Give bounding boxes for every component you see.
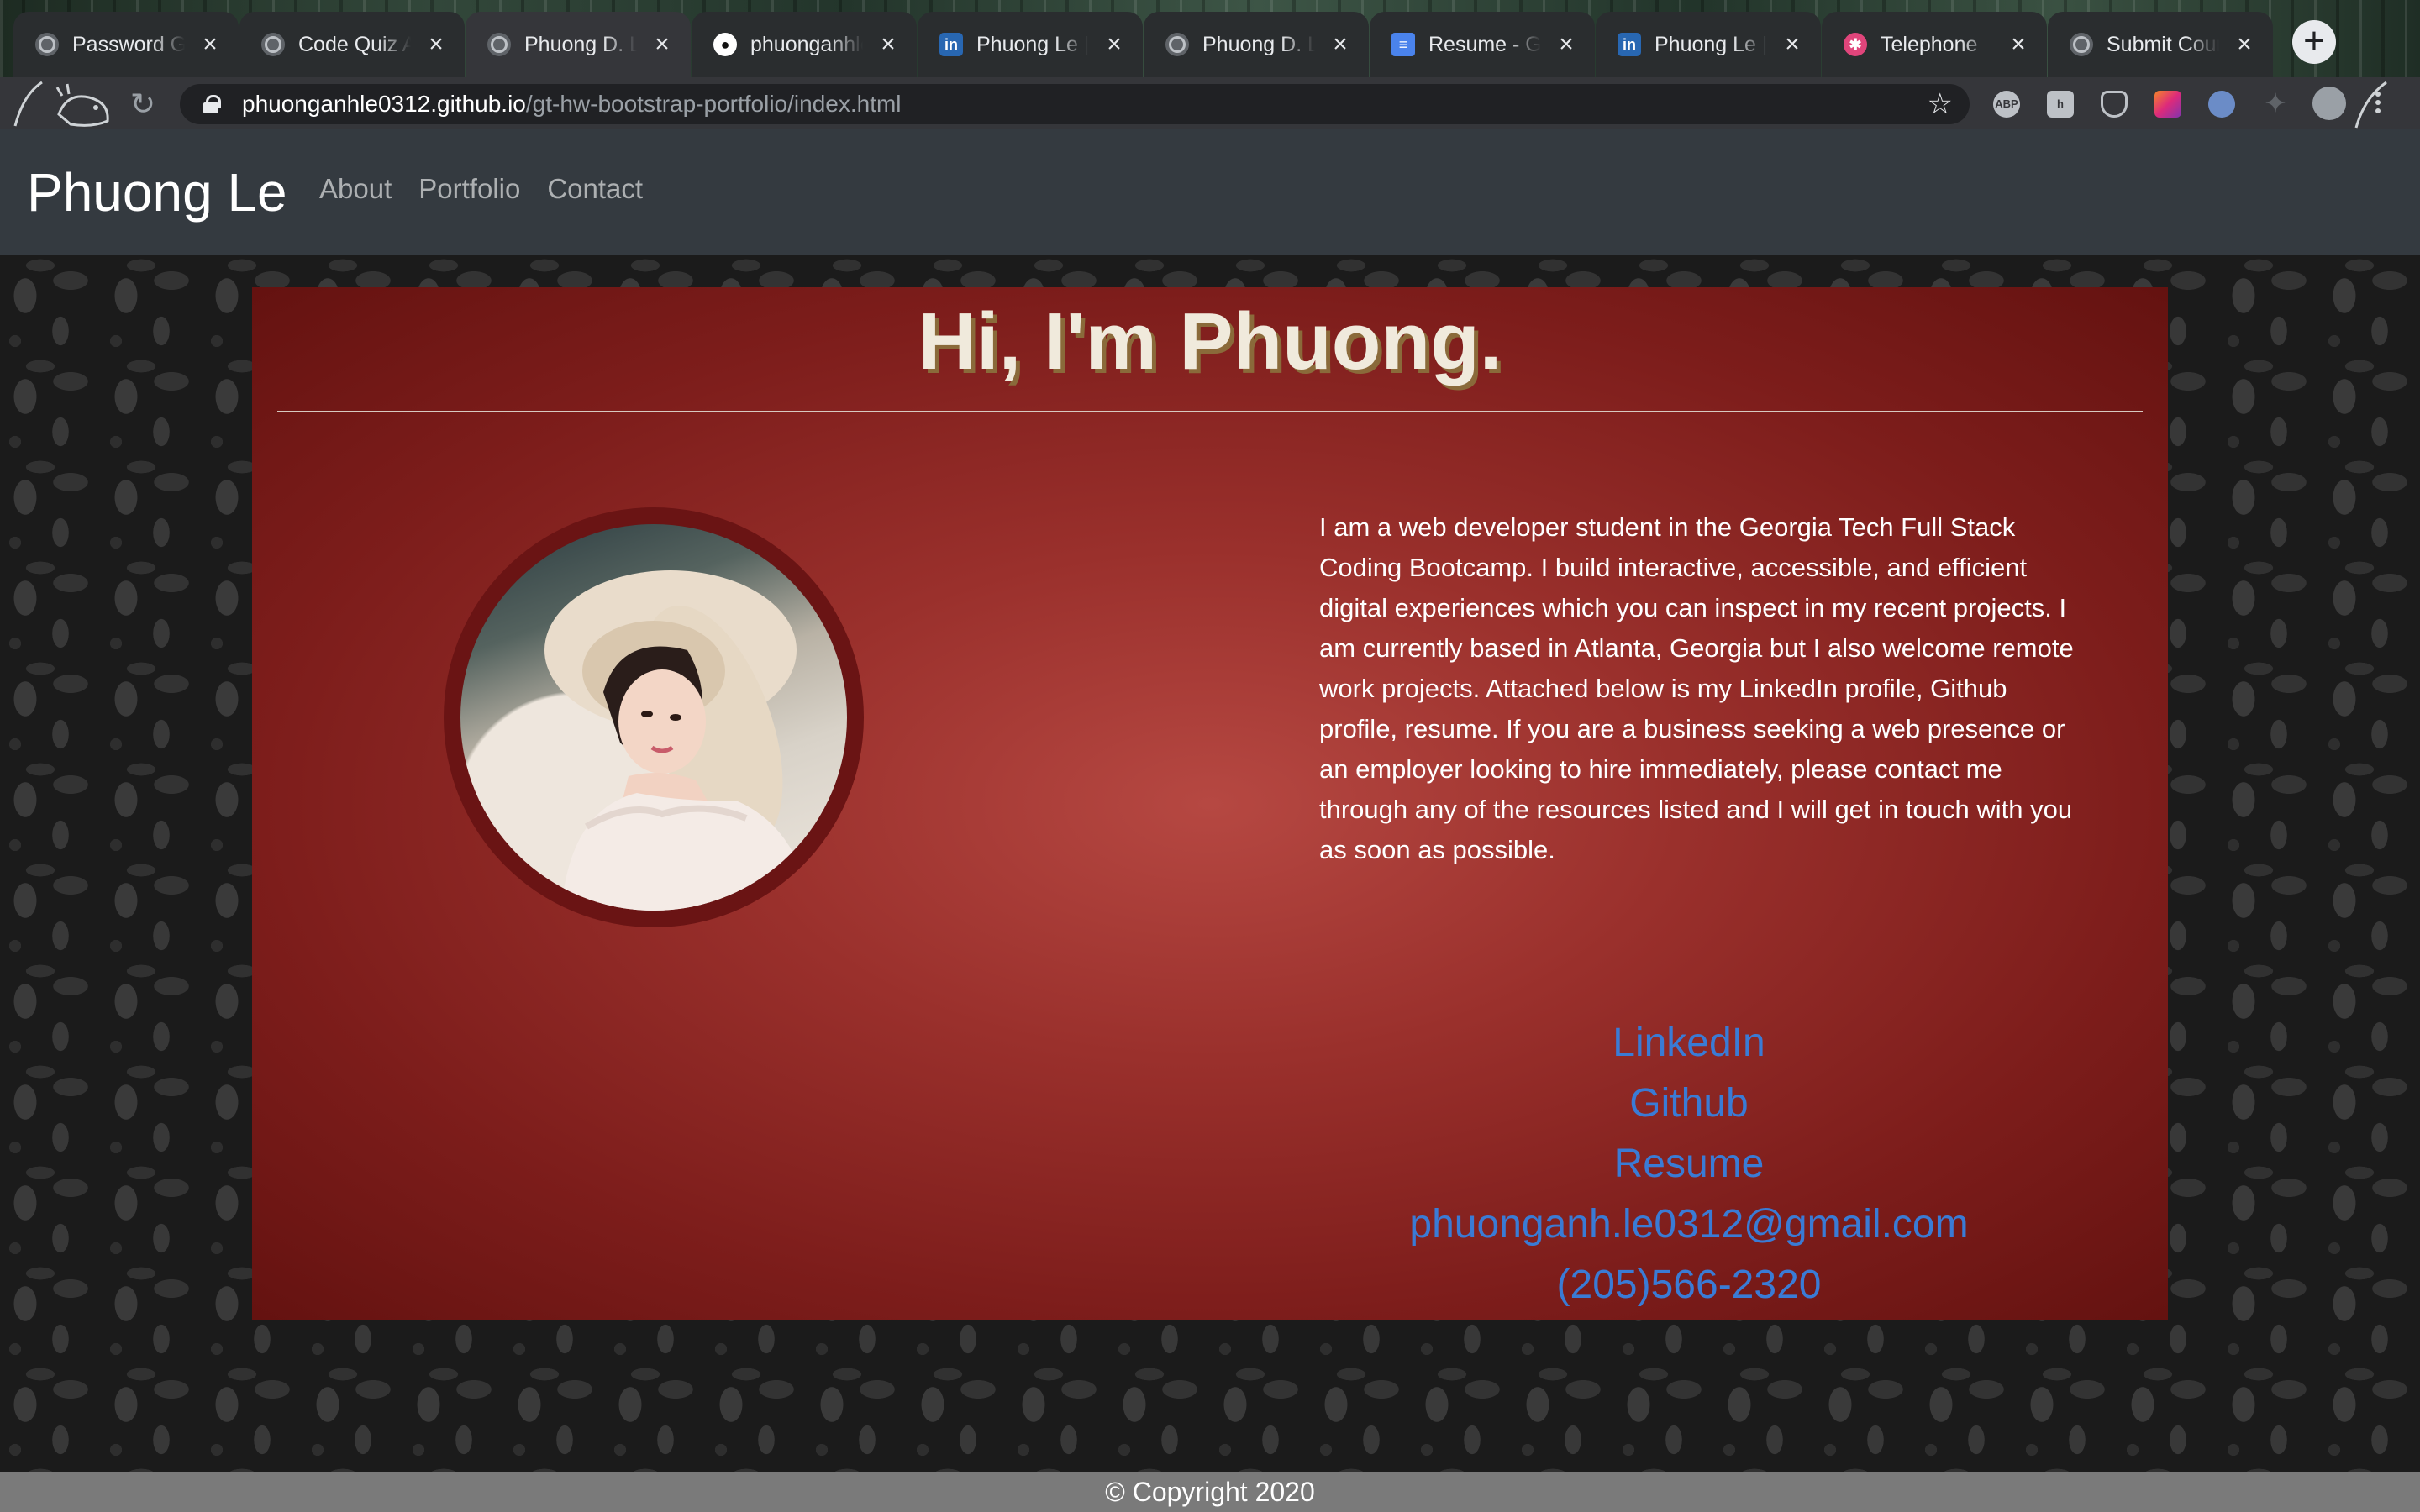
- close-icon[interactable]: ×: [2233, 30, 2256, 59]
- url-host: phuonganhle0312.github.io: [242, 91, 526, 117]
- puzzle-extension-icon[interactable]: ✦: [2262, 91, 2289, 118]
- browser-toolbar: ↻ phuonganhle0312.github.io/gt-hw-bootst…: [0, 77, 2420, 129]
- nav-links: About Portfolio Contact: [319, 173, 643, 205]
- browser-tab[interactable]: in Phuong Le | LinkedIn ×: [918, 12, 1143, 77]
- browser-tab-strip: Password Generator × Code Quiz App × Phu…: [0, 0, 2420, 77]
- reload-icon[interactable]: ↻: [126, 87, 160, 121]
- close-icon[interactable]: ×: [424, 30, 448, 59]
- globe-icon: [487, 33, 511, 56]
- tab-title: phuonganhle0312: [750, 32, 863, 56]
- close-icon[interactable]: ×: [198, 30, 222, 59]
- browser-tab[interactable]: ● phuonganhle0312 ×: [692, 12, 917, 77]
- tab-title: Phuong Le | LinkedIn: [1655, 32, 1767, 56]
- site-footer: © Copyright 2020: [0, 1472, 2420, 1512]
- browser-tab[interactable]: ≡ Resume - Google Docs ×: [1370, 12, 1595, 77]
- github-icon: ●: [713, 33, 737, 56]
- tab-title: Resume - Google Docs: [1428, 32, 1541, 56]
- adblock-extension-icon[interactable]: ABP: [1993, 91, 2020, 118]
- sync-extension-icon[interactable]: [2208, 91, 2235, 118]
- nav-link-about[interactable]: About: [319, 173, 392, 205]
- shield-extension-icon[interactable]: [2101, 91, 2128, 118]
- github-link[interactable]: Github: [1235, 1074, 2143, 1134]
- portrait-illustration: [544, 570, 813, 911]
- linkedin-icon: in: [939, 33, 963, 56]
- tab-title: Submit Course: [2107, 32, 2219, 56]
- close-icon[interactable]: ×: [650, 30, 674, 59]
- close-icon[interactable]: ×: [1781, 30, 1804, 59]
- nav-link-portfolio[interactable]: Portfolio: [418, 173, 520, 205]
- phone-link[interactable]: (205)566-2320: [1235, 1255, 2143, 1315]
- bio-paragraph: I am a web developer student in the Geor…: [1319, 512, 2074, 864]
- browser-tab[interactable]: Code Quiz App ×: [239, 12, 465, 77]
- browser-tab[interactable]: ✱ Telephone ×: [1822, 12, 2047, 77]
- profile-photo: [460, 524, 847, 911]
- close-icon[interactable]: ×: [2007, 30, 2030, 59]
- profile-avatar-icon[interactable]: [2312, 87, 2346, 120]
- hero-title: Hi, I'm Phuong.: [918, 297, 1502, 386]
- browser-tab[interactable]: Submit Course ×: [2048, 12, 2273, 77]
- browser-tab[interactable]: Phuong D. Le ×: [1144, 12, 1369, 77]
- contact-links: LinkedIn Github Resume phuonganh.le0312@…: [1235, 1013, 2143, 1315]
- profile-photo-frame: [444, 507, 864, 927]
- divider: [277, 411, 2143, 412]
- close-icon[interactable]: ×: [1102, 30, 1126, 59]
- tab-title: Password Generator: [72, 32, 185, 56]
- close-icon[interactable]: ×: [876, 30, 900, 59]
- telephone-icon: ✱: [1844, 33, 1867, 56]
- tab-title: Code Quiz App: [298, 32, 411, 56]
- nav-link-contact[interactable]: Contact: [547, 173, 643, 205]
- globe-icon: [261, 33, 285, 56]
- browser-tab-active[interactable]: Phuong D. Le ×: [466, 12, 691, 77]
- site-brand[interactable]: Phuong Le: [27, 161, 287, 223]
- lock-icon: [203, 95, 221, 113]
- url-path: /gt-hw-bootstrap-portfolio/index.html: [525, 91, 902, 117]
- tab-title: Phuong D. Le: [524, 32, 637, 56]
- theme-decoration-icon: [2354, 81, 2387, 129]
- globe-icon: [1165, 33, 1189, 56]
- bookmark-star-icon[interactable]: ☆: [1928, 87, 1953, 121]
- theme-mascot-icon: [13, 81, 109, 127]
- new-tab-button[interactable]: +: [2292, 20, 2336, 64]
- globe-icon: [2070, 33, 2093, 56]
- email-link[interactable]: phuonganh.le0312@gmail.com: [1235, 1194, 2143, 1255]
- about-card: Hi, I'm Phuong. I am a web developer stu…: [252, 287, 2168, 1320]
- site-navbar: Phuong Le About Portfolio Contact: [0, 129, 2420, 255]
- tab-title: Phuong D. Le: [1202, 32, 1315, 56]
- tab-title: Telephone: [1881, 32, 1978, 56]
- instagram-extension-icon[interactable]: [2154, 91, 2181, 118]
- close-icon[interactable]: ×: [1328, 30, 1352, 59]
- copyright-text: © Copyright 2020: [1105, 1477, 1315, 1507]
- tab-title: Phuong Le | LinkedIn: [976, 32, 1089, 56]
- linkedin-link[interactable]: LinkedIn: [1235, 1013, 2143, 1074]
- browser-tab[interactable]: Password Generator ×: [13, 12, 239, 77]
- resume-link[interactable]: Resume: [1235, 1134, 2143, 1194]
- docs-icon: ≡: [1392, 33, 1415, 56]
- linkedin-icon: in: [1618, 33, 1641, 56]
- globe-icon: [35, 33, 59, 56]
- close-icon[interactable]: ×: [1555, 30, 1578, 59]
- browser-tab[interactable]: in Phuong Le | LinkedIn ×: [1596, 12, 1821, 77]
- honey-extension-icon[interactable]: h: [2047, 91, 2074, 118]
- address-bar[interactable]: phuonganhle0312.github.io/gt-hw-bootstra…: [180, 84, 1970, 124]
